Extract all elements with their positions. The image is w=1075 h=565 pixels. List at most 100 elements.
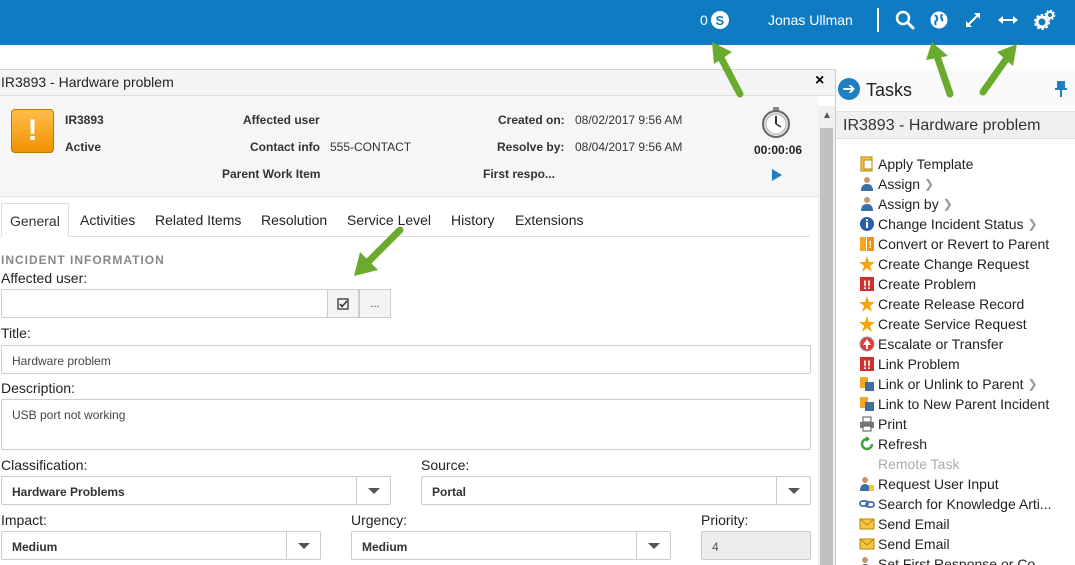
star-icon (858, 296, 875, 312)
chevron-down-icon[interactable] (356, 476, 391, 505)
form-scrollbar[interactable]: ▲ (818, 106, 835, 565)
resolve-by-value: 08/04/2017 9:56 AM (575, 140, 683, 154)
escalate-icon (858, 336, 875, 352)
priority-input: 4 (701, 531, 811, 560)
first-response-label: First respo... (483, 167, 556, 181)
task-item-label: Create Change Request (878, 256, 1029, 272)
task-item-label: Print (878, 416, 907, 432)
affected-user-label: Affected user (243, 113, 320, 127)
user-input-icon (858, 476, 875, 492)
title-label: Title: (1, 325, 31, 341)
user-name[interactable]: Jonas Ullman (768, 12, 853, 28)
skype-notification[interactable]: 0 S (700, 11, 729, 29)
created-on-value: 08/02/2017 9:56 AM (575, 113, 683, 127)
task-item-label: Remote Task (878, 456, 960, 472)
task-item[interactable]: ! Convert or Revert to Parent (858, 234, 1075, 254)
task-item[interactable]: Send Email (858, 534, 1075, 554)
contact-info-label: Contact info (250, 140, 320, 154)
impact-value: Medium (12, 540, 58, 554)
impact-label: Impact: (1, 512, 47, 528)
task-item[interactable]: Link or Unlink to Parent ❯ (858, 374, 1075, 394)
task-item[interactable]: !! Link Problem (858, 354, 1075, 374)
contact-info-value: 555-CONTACT (330, 140, 412, 154)
skype-icon: S (710, 11, 729, 29)
task-item-label: Search for Knowledge Arti... (878, 496, 1052, 512)
task-item-label: Create Service Request (878, 316, 1027, 332)
task-item[interactable]: Link to New Parent Incident (858, 394, 1075, 414)
classification-label: Classification: (1, 457, 88, 473)
tasks-panel: ➔ Tasks IR3893 - Hardware problem Apply … (835, 69, 1075, 565)
link-parent-icon (858, 376, 875, 392)
user-icon (858, 176, 875, 192)
resolve-by-label: Resolve by: (497, 140, 565, 154)
browse-users-button[interactable]: ... (359, 289, 391, 318)
globe-icon[interactable] (928, 9, 950, 31)
chevron-right-icon: ❯ (924, 177, 935, 191)
created-on-label: Created on: (498, 113, 565, 127)
scroll-thumb[interactable] (820, 128, 833, 565)
task-item-label: Convert or Revert to Parent (878, 236, 1050, 252)
tab-general[interactable]: General (1, 203, 69, 237)
email-icon (858, 536, 875, 552)
task-item[interactable]: Create Release Record (858, 294, 1075, 314)
task-item-label: Create Problem (878, 276, 977, 292)
task-item[interactable]: Create Service Request (858, 314, 1075, 334)
user-icon (858, 196, 875, 212)
top-bar: 0 S Jonas Ullman (0, 0, 1075, 45)
play-icon[interactable] (771, 168, 783, 186)
task-item[interactable]: Change Incident Status ❯ (858, 214, 1075, 234)
task-item[interactable]: Send Email (858, 514, 1075, 534)
task-item[interactable]: Request User Input (858, 474, 1075, 494)
chevron-down-icon[interactable] (286, 531, 321, 560)
task-item[interactable]: Assign by ❯ (858, 194, 1075, 214)
pin-icon[interactable] (1054, 80, 1068, 103)
task-item[interactable]: Refresh (858, 434, 1075, 454)
link-icon (858, 496, 875, 512)
form-title: IR3893 - Hardware problem (1, 74, 174, 90)
affected-user-field-label: Affected user: (1, 270, 88, 286)
description-textarea[interactable]: USB port not working (1, 399, 811, 450)
expand-icon[interactable] (962, 9, 984, 31)
task-item-label: Apply Template (878, 156, 974, 172)
task-item[interactable]: Print (858, 414, 1075, 434)
task-item[interactable]: Assign ❯ (858, 174, 1075, 194)
check-names-button[interactable] (327, 289, 359, 318)
email-icon (858, 516, 875, 532)
task-item[interactable]: Create Change Request (858, 254, 1075, 274)
close-icon[interactable]: × (815, 72, 824, 90)
blank-icon (858, 456, 875, 472)
description-label: Description: (1, 380, 75, 396)
divider (877, 8, 879, 32)
timer-value: 00:00:06 (754, 143, 803, 157)
stopwatch-icon (760, 106, 792, 138)
tab-history[interactable]: History (451, 203, 495, 237)
task-item[interactable]: Set First Response or Co... (858, 554, 1075, 565)
affected-user-input[interactable] (1, 289, 328, 318)
source-select[interactable]: Portal (421, 476, 811, 505)
impact-select[interactable]: Medium (1, 531, 321, 560)
tab-activities[interactable]: Activities (80, 203, 135, 237)
scroll-up-icon[interactable]: ▲ (822, 110, 832, 121)
horizontal-resize-icon[interactable] (997, 9, 1019, 31)
search-icon[interactable] (894, 9, 916, 31)
chevron-down-icon[interactable] (776, 476, 811, 505)
title-input[interactable]: Hardware problem (1, 345, 811, 374)
task-item[interactable]: Escalate or Transfer (858, 334, 1075, 354)
tab-related-items[interactable]: Related Items (155, 203, 241, 237)
user-input-icon (858, 556, 875, 565)
task-item[interactable]: !! Create Problem (858, 274, 1075, 294)
task-item[interactable]: Search for Knowledge Arti... (858, 494, 1075, 514)
incident-status: Active (65, 140, 102, 154)
task-item[interactable]: Apply Template (858, 154, 1075, 174)
section-title: INCIDENT INFORMATION (1, 253, 165, 267)
tab-resolution[interactable]: Resolution (261, 203, 327, 237)
collapse-arrow-icon[interactable]: ➔ (838, 78, 860, 100)
task-item-label: Send Email (878, 536, 950, 552)
gears-icon[interactable] (1034, 9, 1056, 31)
chevron-down-icon[interactable] (636, 531, 671, 560)
info-icon (858, 216, 875, 232)
tab-extensions[interactable]: Extensions (515, 203, 583, 237)
urgency-select[interactable]: Medium (351, 531, 671, 560)
annotation-arrow-icon (712, 42, 744, 98)
classification-select[interactable]: Hardware Problems (1, 476, 391, 505)
